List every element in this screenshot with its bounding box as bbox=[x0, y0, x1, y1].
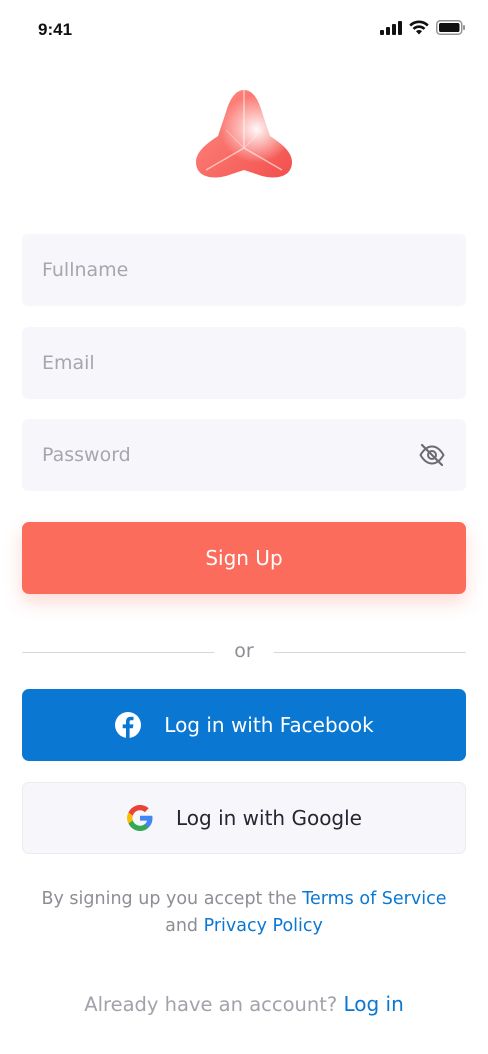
battery-icon bbox=[436, 20, 465, 35]
facebook-login-button[interactable]: Log in with Facebook bbox=[22, 689, 466, 761]
eye-off-icon[interactable] bbox=[418, 441, 446, 469]
app-logo-icon bbox=[192, 86, 296, 182]
password-input[interactable] bbox=[22, 419, 466, 491]
google-login-label: Log in with Google bbox=[176, 806, 362, 830]
google-login-button[interactable]: Log in with Google bbox=[22, 782, 466, 854]
google-icon bbox=[127, 805, 153, 831]
login-prompt-text: Already have an account? bbox=[84, 993, 344, 1016]
status-icons bbox=[380, 20, 466, 35]
email-input[interactable] bbox=[22, 327, 466, 399]
legal-text: By signing up you accept the Terms of Se… bbox=[22, 886, 466, 940]
or-divider: or bbox=[22, 640, 466, 666]
status-bar: 9:41 bbox=[0, 0, 488, 60]
legal-middle: and bbox=[165, 916, 204, 936]
fullname-field[interactable] bbox=[22, 234, 466, 306]
login-prompt: Already have an account? Log in bbox=[22, 992, 466, 1016]
status-time: 9:41 bbox=[38, 20, 73, 39]
fullname-input[interactable] bbox=[22, 234, 466, 306]
legal-prefix: By signing up you accept the bbox=[41, 889, 303, 909]
password-field[interactable] bbox=[22, 419, 466, 491]
email-field[interactable] bbox=[22, 327, 466, 399]
cellular-signal-icon bbox=[380, 20, 402, 35]
login-link[interactable]: Log in bbox=[343, 992, 403, 1016]
wifi-icon bbox=[409, 20, 429, 35]
signup-button[interactable]: Sign Up bbox=[22, 522, 466, 594]
divider-text: or bbox=[234, 640, 254, 662]
signup-button-label: Sign Up bbox=[205, 546, 283, 570]
privacy-policy-link[interactable]: Privacy Policy bbox=[204, 916, 323, 936]
facebook-login-label: Log in with Facebook bbox=[164, 713, 374, 737]
terms-of-service-link[interactable]: Terms of Service bbox=[302, 889, 446, 909]
divider-line-right bbox=[274, 652, 466, 653]
facebook-icon bbox=[115, 712, 142, 738]
